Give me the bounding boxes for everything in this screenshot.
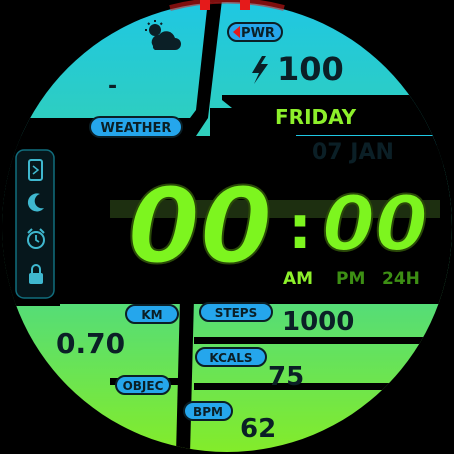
steps-value: 1000 bbox=[282, 307, 354, 337]
steps-label-pill[interactable]: STEPS bbox=[199, 302, 273, 322]
time-hours: 00 bbox=[128, 165, 273, 287]
calories-label-pill[interactable]: KCALS bbox=[195, 347, 267, 367]
heart-rate-value: 62 bbox=[240, 414, 276, 444]
heart-rate-label: BPM bbox=[193, 405, 223, 419]
weather-temperature: - bbox=[108, 74, 117, 99]
weather-label: WEATHER bbox=[101, 121, 172, 136]
am-indicator: AM bbox=[283, 269, 313, 289]
date-text: 07 JAN bbox=[312, 140, 394, 165]
time-separator: : bbox=[288, 193, 312, 263]
battery-label: PWR bbox=[241, 26, 275, 41]
weather-label-pill[interactable]: WEATHER bbox=[89, 116, 183, 138]
pm-indicator: PM bbox=[336, 269, 365, 289]
goal-label-pill[interactable]: OBJEC bbox=[115, 375, 171, 395]
distance-value: 0.70 bbox=[56, 327, 125, 360]
distance-label-pill[interactable]: KM bbox=[125, 304, 179, 324]
steps-label: STEPS bbox=[215, 306, 257, 320]
battery-label-pill[interactable]: PWR bbox=[227, 22, 283, 42]
time-minutes: 00 bbox=[322, 179, 428, 268]
distance-label: KM bbox=[141, 308, 162, 322]
battery-value: 100 bbox=[277, 50, 344, 88]
heart-rate-label-pill[interactable]: BPM bbox=[183, 401, 233, 421]
calories-label: KCALS bbox=[209, 351, 252, 365]
day-of-week: FRIDAY bbox=[275, 105, 357, 129]
goal-label: OBJEC bbox=[123, 379, 164, 393]
calories-value: 75 bbox=[268, 362, 304, 392]
watch-face: - WEATHER PWR 100 FRIDAY 07 JAN 00 : 00 … bbox=[2, 0, 452, 452]
format-24h-indicator: 24H bbox=[382, 269, 420, 289]
